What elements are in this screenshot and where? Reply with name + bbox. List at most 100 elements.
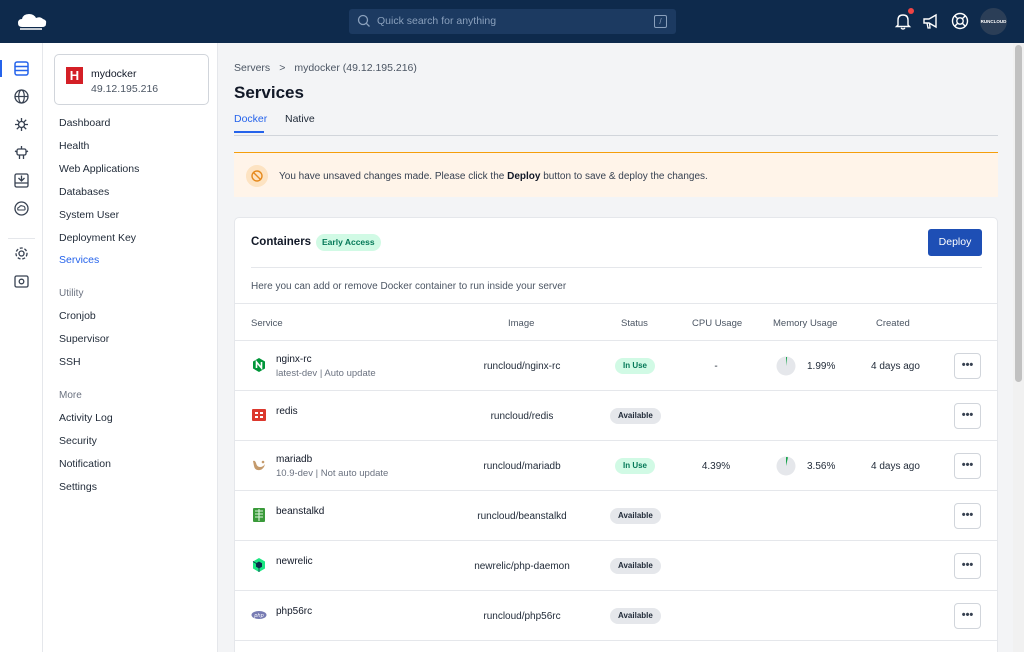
service-image: runcloud/mariadb: [483, 461, 561, 472]
sidebar-item-deployment-key[interactable]: Deployment Key: [59, 232, 136, 244]
column-header-service: Service: [251, 318, 283, 329]
newrelic-icon: [251, 557, 267, 573]
page-title: Services: [234, 83, 304, 102]
sidebar-item-health[interactable]: Health: [59, 140, 89, 152]
bell-icon[interactable]: [893, 11, 913, 31]
rail-active-indicator: [0, 60, 2, 77]
row-actions-button[interactable]: •••: [954, 403, 981, 429]
scrollbar-thumb[interactable]: [1015, 45, 1022, 382]
row-actions-button[interactable]: •••: [954, 453, 981, 479]
tab-bar: Docker Native: [234, 109, 998, 136]
alert-text-before: You have unsaved changes made. Please cl…: [279, 171, 508, 182]
row-actions-button[interactable]: •••: [954, 353, 981, 379]
memory-usage-pie: [776, 456, 796, 476]
cloud-icon[interactable]: [13, 200, 30, 217]
search-placeholder: Quick search for anything: [377, 15, 497, 27]
search-icon: [357, 14, 370, 27]
status-badge: In Use: [615, 358, 656, 374]
service-image: runcloud/nginx-rc: [483, 361, 561, 372]
breadcrumb-current: mydocker (49.12.195.216): [294, 62, 417, 74]
service-version: 10.9-dev | Not auto update: [276, 468, 389, 479]
memory-usage: 1.99%: [807, 361, 836, 372]
tab-native[interactable]: Native: [285, 113, 315, 125]
cpu-usage: -: [714, 361, 718, 372]
table-row: newrelic newrelic/php-daemon Available •••: [235, 541, 997, 591]
alert-message: You have unsaved changes made. Please cl…: [279, 171, 708, 182]
plugin-icon[interactable]: [13, 116, 30, 133]
gear-icon[interactable]: [13, 245, 30, 262]
server-ip: 49.12.195.216: [91, 83, 159, 95]
service-version: latest-dev | Auto update: [276, 368, 376, 379]
redis-icon: [251, 407, 267, 423]
service-name: php56rc: [276, 606, 313, 617]
server-sidebar: H mydocker 49.12.195.216 Dashboard Healt…: [43, 43, 218, 652]
main-content: Servers > mydocker (49.12.195.216) Service…: [218, 43, 1013, 652]
created-date: 4 days ago: [871, 361, 920, 372]
sidebar-item-settings[interactable]: Settings: [59, 481, 97, 493]
cpu-usage: 4.39%: [701, 461, 731, 472]
robot-icon[interactable]: [13, 144, 30, 161]
mariadb-icon: [251, 457, 267, 473]
alert-text-bold: Deploy: [507, 171, 541, 182]
table-row: redis runcloud/redis Available •••: [235, 391, 997, 441]
sidebar-heading-utility: Utility: [59, 288, 84, 299]
status-badge: In Use: [615, 458, 656, 474]
column-header-status: Status: [621, 318, 648, 329]
php-icon: php: [251, 607, 267, 623]
globe-icon[interactable]: [13, 88, 30, 105]
tab-docker[interactable]: Docker: [234, 113, 267, 133]
status-badge: Available: [610, 508, 661, 524]
lifebuoy-icon[interactable]: [950, 11, 970, 31]
rail-divider: [8, 238, 35, 239]
row-actions-button[interactable]: •••: [954, 503, 981, 529]
icon-rail: [0, 43, 43, 652]
table-row: beanstalkd runcloud/beanstalkd Available ••…: [235, 491, 997, 541]
sidebar-item-activity-log[interactable]: Activity Log: [59, 412, 113, 424]
sidebar-item-web-applications[interactable]: Web Applications: [59, 163, 139, 175]
table-row: mariadb 10.9-dev | Not auto update runclou…: [235, 441, 997, 491]
column-header-cpu-usage: CPU Usage: [692, 318, 743, 329]
created-date: 4 days ago: [871, 461, 920, 472]
server-name: mydocker: [91, 68, 137, 80]
sidebar-heading-more: More: [59, 390, 82, 401]
breadcrumb-separator: >: [279, 62, 286, 74]
sidebar-item-cronjob[interactable]: Cronjob: [59, 310, 96, 322]
status-badge: Available: [610, 558, 661, 574]
status-badge: Available: [610, 408, 661, 424]
service-name: mariadb: [276, 454, 313, 465]
sidebar-item-databases[interactable]: Databases: [59, 186, 109, 198]
servers-icon[interactable]: [13, 60, 30, 77]
search-input[interactable]: Quick search for anything /: [349, 9, 676, 34]
inbox-icon[interactable]: [13, 172, 30, 189]
search-shortcut-key: /: [654, 15, 667, 28]
sidebar-item-system-user[interactable]: System User: [59, 209, 119, 221]
server-card[interactable]: H mydocker 49.12.195.216: [54, 54, 209, 105]
vault-icon[interactable]: [13, 273, 30, 290]
breadcrumb: Servers > mydocker (49.12.195.216): [234, 62, 417, 74]
megaphone-icon[interactable]: [921, 11, 941, 31]
deploy-button[interactable]: Deploy: [928, 229, 982, 256]
service-name: nginx-rc: [276, 354, 312, 365]
row-actions-button[interactable]: •••: [954, 603, 981, 629]
breadcrumb-servers-link[interactable]: Servers: [234, 62, 270, 74]
service-image: runcloud/beanstalkd: [477, 511, 567, 522]
avatar[interactable]: RUNCLOUD: [980, 8, 1007, 35]
table-header: Service Image Status CPU Usage Memory Us…: [235, 303, 997, 341]
tab-active-underline: [234, 131, 264, 133]
column-header-created: Created: [876, 318, 910, 329]
page-scrollbar[interactable]: [1013, 43, 1024, 652]
service-image: newrelic/php-daemon: [474, 561, 570, 572]
row-actions-button[interactable]: •••: [954, 553, 981, 579]
sidebar-item-dashboard[interactable]: Dashboard: [59, 117, 110, 129]
sidebar-item-supervisor[interactable]: Supervisor: [59, 333, 109, 345]
cloud-logo-icon[interactable]: [16, 10, 48, 32]
table-row: nginx-rc latest-dev | Auto update runcloud…: [235, 341, 997, 391]
sidebar-item-security[interactable]: Security: [59, 435, 97, 447]
svg-text:php: php: [253, 613, 264, 619]
memory-usage-pie: [776, 356, 796, 376]
early-access-badge: Early Access: [316, 234, 381, 251]
sidebar-item-notification[interactable]: Notification: [59, 458, 111, 470]
service-image: runcloud/php56rc: [483, 611, 561, 622]
sidebar-item-ssh[interactable]: SSH: [59, 356, 81, 368]
sidebar-item-services[interactable]: Services: [59, 254, 99, 266]
